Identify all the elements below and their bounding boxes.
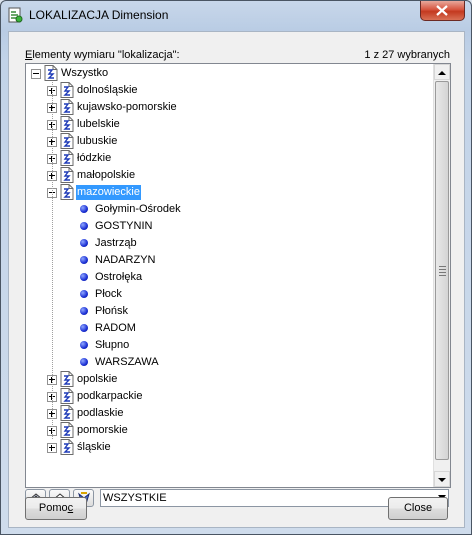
app-icon <box>8 7 23 23</box>
tree-item-city[interactable]: Jastrząb <box>26 235 435 252</box>
member-dot-icon <box>80 290 88 298</box>
dimension-node-icon <box>60 388 74 404</box>
tree-item-label: Jastrząb <box>95 237 137 249</box>
tree-item-label: Gołymin-Ośrodek <box>95 203 181 215</box>
dimension-node-icon <box>60 371 74 387</box>
dimension-tree[interactable]: Wszystko dolnośląskie kujawsko-pomorskie lu… <box>25 63 451 488</box>
tree-item-region[interactable]: podlaskie <box>26 405 435 422</box>
tree-item-city[interactable]: Płock <box>26 286 435 303</box>
dimension-node-icon <box>60 82 74 98</box>
tree-connector-line <box>52 82 53 439</box>
dimension-node-icon <box>44 65 58 81</box>
tree-item-label: WARSZAWA <box>95 356 159 368</box>
tree-item-label: małopolskie <box>77 169 136 181</box>
window-title: LOKALIZACJA Dimension <box>29 8 169 22</box>
scrollbar-thumb[interactable] <box>435 81 449 460</box>
tree-item-label: Wszystko <box>61 67 109 79</box>
vertical-scrollbar[interactable] <box>433 64 450 487</box>
tree-item-label: lubelskie <box>77 118 120 130</box>
arrow-up-icon <box>438 71 446 75</box>
dimension-node-icon <box>60 133 74 149</box>
close-icon <box>436 5 448 16</box>
tree-item-region[interactable]: pomorskie <box>26 422 435 439</box>
member-dot-icon <box>80 307 88 315</box>
close-window-button[interactable] <box>420 1 465 21</box>
tree-item-city[interactable]: WARSZAWA <box>26 354 435 371</box>
tree-item-region[interactable]: podkarpackie <box>26 388 435 405</box>
dimension-node-icon <box>60 422 74 438</box>
dimension-node-icon <box>60 439 74 455</box>
tree-item-label: kujawsko-pomorskie <box>77 101 177 113</box>
tree-item-region[interactable]: mazowieckie <box>26 184 435 201</box>
tree-item-label: łódzkie <box>77 152 112 164</box>
member-dot-icon <box>80 239 88 247</box>
tree-item-label: podkarpackie <box>77 390 143 402</box>
member-dot-icon <box>80 256 88 264</box>
tree-item-label: opolskie <box>77 373 118 385</box>
tree-item-region[interactable]: lubelskie <box>26 116 435 133</box>
tree-item-city[interactable]: Ostrołęka <box>26 269 435 286</box>
tree-item-city[interactable]: GOSTYNIN <box>26 218 435 235</box>
close-button[interactable]: Close <box>388 497 448 520</box>
expand-icon[interactable] <box>47 443 57 453</box>
tree-item-root[interactable]: Wszystko <box>26 65 435 82</box>
tree-item-label: pomorskie <box>77 424 128 436</box>
tree-item-label: dolnośląskie <box>77 84 138 96</box>
tree-item-label: mazowieckie <box>76 185 141 200</box>
tree-item-city[interactable]: Płońsk <box>26 303 435 320</box>
tree-item-region[interactable]: małopolskie <box>26 167 435 184</box>
tree-item-region[interactable]: kujawsko-pomorskie <box>26 99 435 116</box>
dimension-node-icon <box>60 116 74 132</box>
dimension-node-icon <box>60 99 74 115</box>
tree-item-region[interactable]: lubuskie <box>26 133 435 150</box>
tree-item-label: śląskie <box>77 441 111 453</box>
tree-item-region[interactable]: opolskie <box>26 371 435 388</box>
scroll-down-button[interactable] <box>434 471 450 487</box>
tree-item-region[interactable]: śląskie <box>26 439 435 456</box>
help-button[interactable]: Pomoc <box>25 497 87 520</box>
dimension-node-icon <box>60 405 74 421</box>
tree-item-city[interactable]: Słupno <box>26 337 435 354</box>
tree-item-label: Słupno <box>95 339 130 351</box>
tree-item-region[interactable]: łódzkie <box>26 150 435 167</box>
selection-count: 1 z 27 wybranych <box>364 49 450 61</box>
dialog-body: Elementy wymiaru "lokalizacja": 1 z 27 w… <box>8 31 465 528</box>
tree-item-label: lubuskie <box>77 135 118 147</box>
scroll-up-button[interactable] <box>434 64 450 80</box>
member-dot-icon <box>80 358 88 366</box>
tree-item-label: Ostrołęka <box>95 271 143 283</box>
tree-item-city[interactable]: RADOM <box>26 320 435 337</box>
dialog-window: LOKALIZACJA Dimension Elementy wymiaru "… <box>0 0 472 535</box>
member-dot-icon <box>80 324 88 332</box>
dimension-node-icon <box>60 184 74 200</box>
member-dot-icon <box>80 222 88 230</box>
member-dot-icon <box>80 341 88 349</box>
dimension-node-icon <box>60 150 74 166</box>
tree-item-city[interactable]: Gołymin-Ośrodek <box>26 201 435 218</box>
filter-bar: WSZYSTKIE <box>25 487 449 509</box>
member-dot-icon <box>80 273 88 281</box>
tree-item-label: GOSTYNIN <box>95 220 153 232</box>
member-dot-icon <box>80 205 88 213</box>
tree-item-label: NADARZYN <box>95 254 156 266</box>
dimension-node-icon <box>60 167 74 183</box>
members-label: Elementy wymiaru "lokalizacja": <box>25 49 180 61</box>
title-bar[interactable]: LOKALIZACJA Dimension <box>1 1 471 31</box>
tree-item-label: RADOM <box>95 322 136 334</box>
collapse-icon[interactable] <box>31 69 41 79</box>
tree-item-label: Płock <box>95 288 122 300</box>
tree-item-region[interactable]: dolnośląskie <box>26 82 435 99</box>
tree-item-label: podlaskie <box>77 407 124 419</box>
tree-item-city[interactable]: NADARZYN <box>26 252 435 269</box>
arrow-down-icon <box>438 478 446 482</box>
tree-item-label: Płońsk <box>95 305 129 317</box>
